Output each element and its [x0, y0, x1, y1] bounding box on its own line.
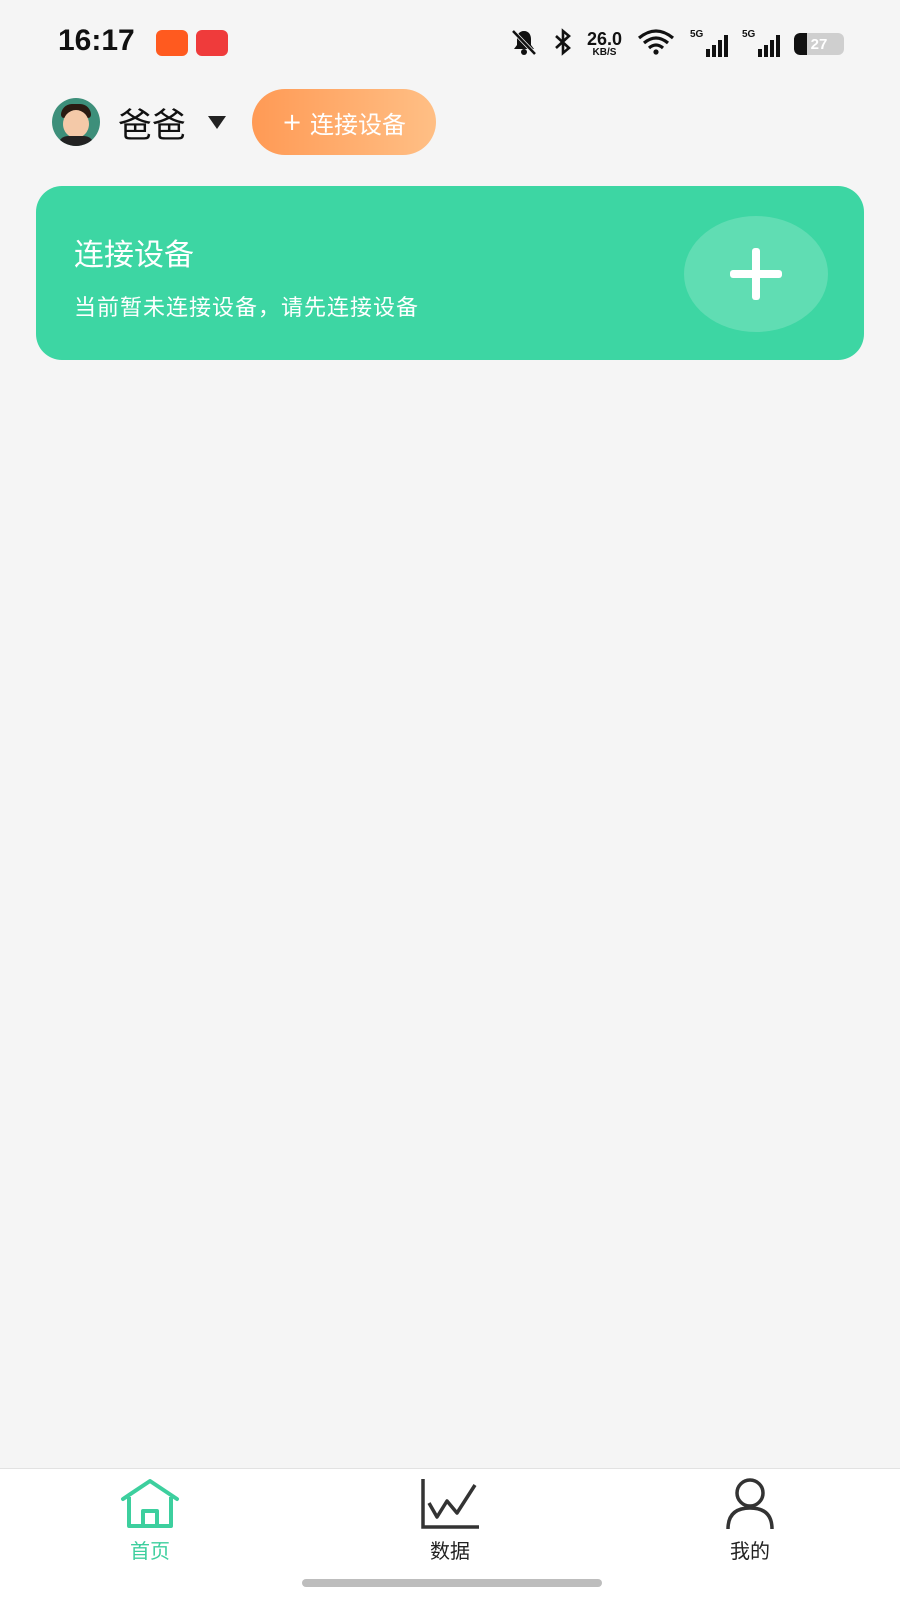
plus-icon: +: [281, 108, 303, 136]
add-device-button[interactable]: [684, 216, 828, 332]
status-time: 16:17: [58, 24, 135, 57]
home-indicator[interactable]: [302, 1579, 602, 1587]
cellular-signal-icon: 5G: [742, 29, 780, 57]
bluetooth-icon: [553, 27, 573, 61]
tab-data[interactable]: 数据: [390, 1477, 510, 1577]
avatar[interactable]: [52, 98, 100, 146]
user-icon: [726, 1478, 774, 1530]
mute-bell-icon: [509, 27, 539, 61]
tab-data-label: 数据: [430, 1539, 470, 1563]
header: 爸爸 + 连接设备: [52, 88, 436, 156]
battery-icon: 27: [794, 33, 844, 55]
battery-level: 27: [810, 35, 828, 53]
connect-device-button-label: 连接设备: [310, 110, 407, 139]
tab-mine-label: 我的: [730, 1539, 770, 1563]
connect-device-card[interactable]: 连接设备 当前暂未连接设备，请先连接设备: [36, 186, 864, 360]
dropdown-arrow-icon[interactable]: [208, 115, 226, 129]
plus-icon: [730, 248, 782, 300]
app-notification-icon: [156, 30, 188, 56]
card-title: 连接设备: [74, 238, 194, 273]
wifi-icon: [636, 27, 676, 61]
cellular-signal-icon: 5G: [690, 29, 728, 57]
tab-home-label: 首页: [130, 1539, 170, 1563]
network-speed: 26.0 KB/S: [587, 30, 622, 58]
tab-mine[interactable]: 我的: [690, 1477, 810, 1577]
status-indicators: 26.0 KB/S 5G 5G 27: [509, 28, 844, 60]
user-name[interactable]: 爸爸: [118, 98, 186, 147]
chart-icon: [421, 1479, 479, 1529]
network-speed-unit: KB/S: [592, 47, 617, 58]
signal-label: 5G: [742, 29, 756, 40]
signal-label: 5G: [690, 29, 704, 40]
status-bar: 16:17 26.0 KB/S 5G 5G 27: [0, 0, 900, 86]
connect-device-button[interactable]: + 连接设备: [252, 89, 436, 155]
card-subtitle: 当前暂未连接设备，请先连接设备: [74, 296, 420, 321]
home-icon: [121, 1479, 179, 1528]
app-notification-icon: [196, 30, 228, 56]
network-speed-value: 26.0: [586, 29, 622, 49]
tab-home[interactable]: 首页: [90, 1477, 210, 1577]
